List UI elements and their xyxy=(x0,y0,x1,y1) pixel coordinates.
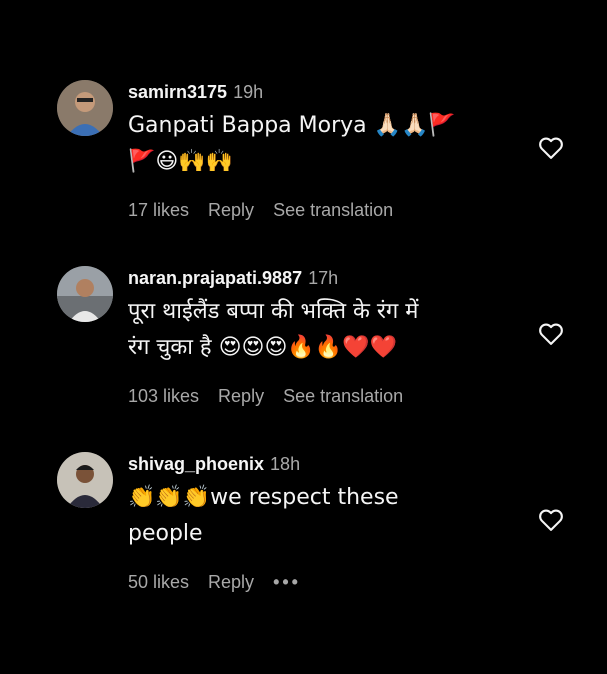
comment-item: naran.prajapati.9887 17h पूरा थाईलैंड बप्… xyxy=(57,266,607,416)
username[interactable]: samirn3175 xyxy=(128,82,227,102)
comment-text: Ganpati Bappa Morya 🙏🏻🙏🏻🚩 🚩😃🙌🙌 xyxy=(128,113,456,174)
heart-outline-icon[interactable] xyxy=(537,320,565,348)
reply-button[interactable]: Reply xyxy=(208,200,254,220)
reply-button[interactable]: Reply xyxy=(218,386,264,406)
comment-actions: 17 likes Reply See translation xyxy=(128,198,528,222)
comment-body: samirn3175 19h Ganpati Bappa Morya 🙏🏻🙏🏻🚩 … xyxy=(128,80,528,222)
heart-outline-icon[interactable] xyxy=(537,506,565,534)
see-translation-button[interactable]: See translation xyxy=(283,386,403,406)
comment-actions: 50 likes Reply ••• xyxy=(128,570,528,594)
like-count[interactable]: 17 likes xyxy=(128,200,189,220)
comment-body: naran.prajapati.9887 17h पूरा थाईलैंड बप्… xyxy=(128,266,548,408)
comment-header: samirn3175 19h xyxy=(128,80,528,104)
user-avatar-icon[interactable] xyxy=(57,266,113,322)
comment-time: 19h xyxy=(233,82,264,102)
comment-item: samirn3175 19h Ganpati Bappa Morya 🙏🏻🙏🏻🚩 … xyxy=(57,80,607,230)
comment-header: naran.prajapati.9887 17h xyxy=(128,266,548,290)
like-count[interactable]: 50 likes xyxy=(128,572,189,592)
comment-time: 17h xyxy=(308,268,339,288)
user-avatar-icon[interactable] xyxy=(57,80,113,136)
username[interactable]: shivag_phoenix xyxy=(128,454,264,474)
more-options-icon[interactable]: ••• xyxy=(273,572,301,592)
like-count[interactable]: 103 likes xyxy=(128,386,199,406)
heart-outline-icon[interactable] xyxy=(537,134,565,162)
see-translation-button[interactable]: See translation xyxy=(273,200,393,220)
reply-button[interactable]: Reply xyxy=(208,572,254,592)
comment-actions: 103 likes Reply See translation xyxy=(128,384,548,408)
comment-text: 👏👏👏we respect these people xyxy=(128,485,399,546)
username[interactable]: naran.prajapati.9887 xyxy=(128,268,302,288)
comment-text: पूरा थाईलैंड बप्पा की भक्ति के रंग में र… xyxy=(128,299,419,360)
comment-time: 18h xyxy=(270,454,301,474)
comment-item: shivag_phoenix 18h 👏👏👏we respect these pe… xyxy=(57,452,607,602)
comment-header: shivag_phoenix 18h xyxy=(128,452,528,476)
comment-body: shivag_phoenix 18h 👏👏👏we respect these pe… xyxy=(128,452,528,594)
user-avatar-icon[interactable] xyxy=(57,452,113,508)
